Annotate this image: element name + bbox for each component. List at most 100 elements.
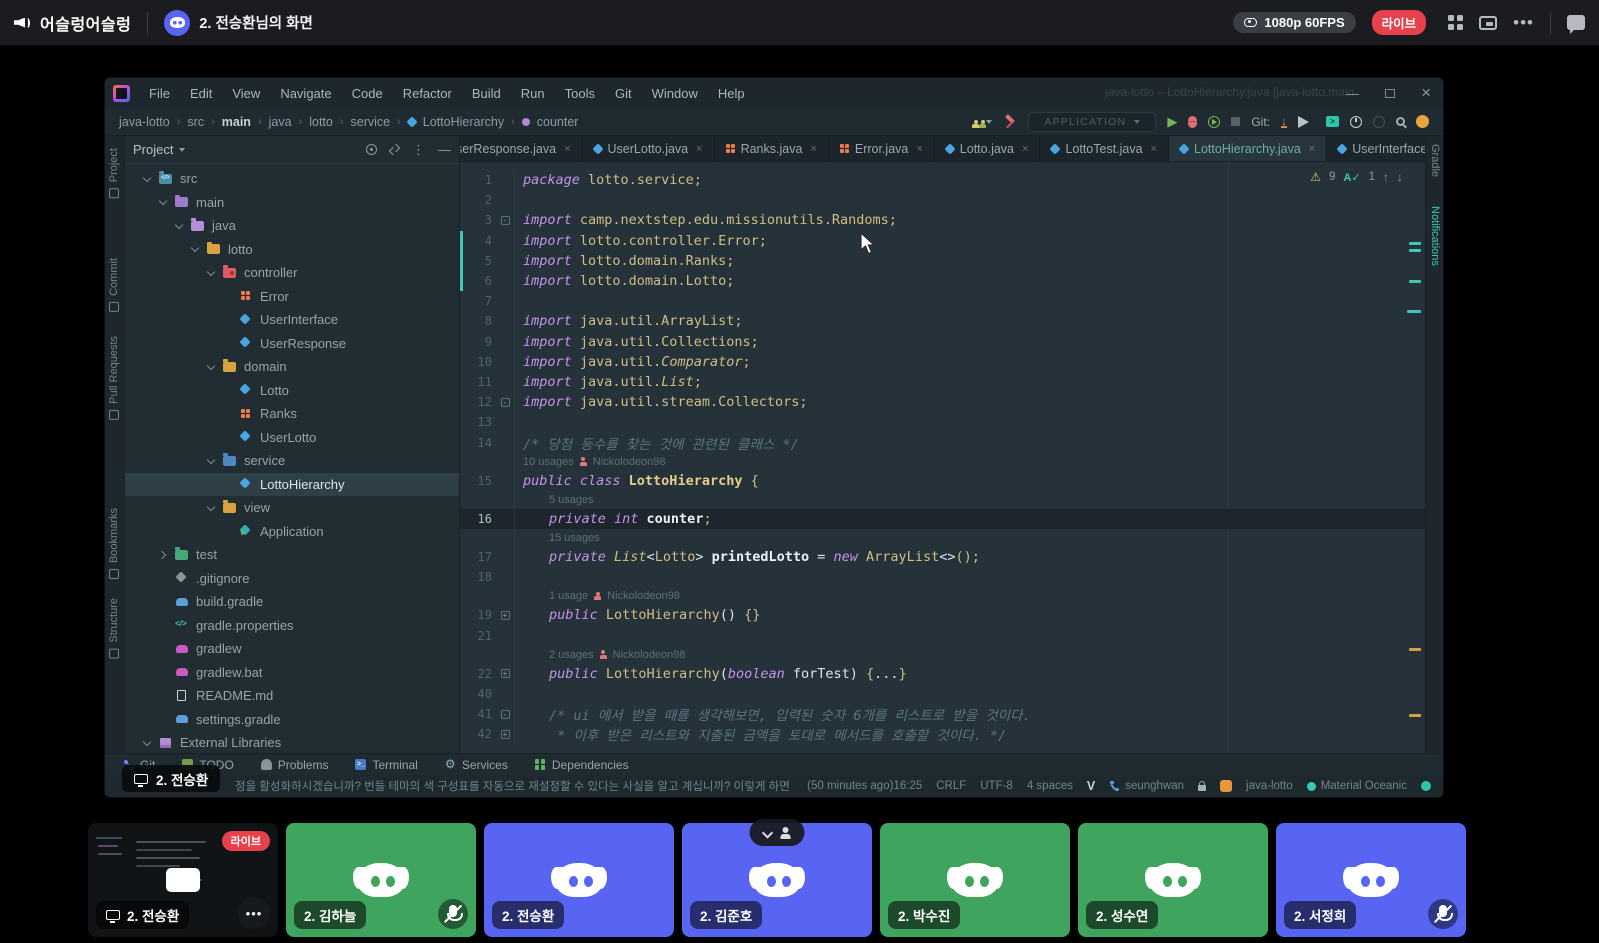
tile-participant[interactable]: 2. 박수진 (880, 823, 1070, 937)
rollback-icon[interactable] (1373, 115, 1385, 128)
stream-quality-badge[interactable]: 1080p 60FPS (1233, 12, 1356, 33)
line-number[interactable]: 6 (460, 274, 496, 288)
prev-issue-icon[interactable]: ↑ (1383, 170, 1389, 184)
code-line-9[interactable]: 9 import java.util.Collections; (460, 331, 1425, 352)
line-number[interactable]: 21 (460, 629, 496, 643)
tree-item-test[interactable]: test (125, 543, 459, 567)
line-number[interactable]: 22 (460, 667, 496, 681)
menu-refactor[interactable]: Refactor (394, 83, 461, 104)
line-number[interactable]: 41 (460, 707, 496, 721)
tree-chevron-icon[interactable] (159, 197, 169, 207)
git-branch-widget[interactable]: seunghwan (1109, 780, 1184, 792)
tree-chevron-icon[interactable] (143, 738, 153, 748)
close-tab-icon[interactable]: × (1022, 143, 1028, 155)
tree-item-gradlew.bat[interactable]: gradlew.bat (125, 661, 459, 685)
tree-item-gradle.properties[interactable]: </> gradle.properties (125, 614, 459, 638)
close-tab-icon[interactable]: × (810, 143, 816, 155)
tree-item-LottoHierarchy[interactable]: LottoHierarchy (125, 472, 459, 496)
code-line-41[interactable]: 41-/* ui 에서 받을 때를 생각해보면, 입력된 숫자 6개를 리스트로… (460, 704, 1425, 725)
tile-hover-controls[interactable] (749, 819, 805, 846)
line-number[interactable]: 14 (460, 436, 496, 450)
fold-icon[interactable]: - (500, 397, 510, 407)
code-with-me-icon[interactable] (972, 115, 993, 128)
code-line-1[interactable]: 1 package lotto.service; (460, 170, 1425, 191)
git-update-icon[interactable]: ↓ (1281, 115, 1287, 128)
next-issue-icon[interactable]: ↓ (1397, 170, 1403, 184)
code-line-42[interactable]: 42 + * 이후 받은 리스트와 지출된 금액을 토대로 메서드를 호출할 것이… (460, 724, 1425, 745)
usages-hint[interactable]: 15 usages (549, 532, 600, 544)
tool-stripe-bookmarks[interactable]: Bookmarks (108, 508, 120, 580)
close-tab-icon[interactable]: × (564, 143, 570, 155)
tree-item-build.gradle[interactable]: build.gradle (125, 590, 459, 614)
caret-time[interactable]: 16:25 (893, 780, 922, 792)
code-line-5[interactable]: 5 import lotto.domain.Ranks; (460, 250, 1425, 271)
run-config-select[interactable]: APPLICATION (1028, 111, 1157, 132)
tool-stripe-structure[interactable]: Structure (108, 598, 120, 659)
usages-hint[interactable]: 1 usage Nickolodeon98 (549, 590, 680, 602)
tree-item-controller[interactable]: controller (125, 261, 459, 285)
fold-icon[interactable]: + (500, 729, 510, 739)
inspections-widget[interactable]: ⚠ 9 A✓ 1 ↑ ↓ (1310, 170, 1403, 184)
project-panel-header[interactable]: Project ⋮ — (125, 136, 459, 164)
code-line-13[interactable]: 13 (460, 412, 1425, 433)
tab-LottoHierarchy.java[interactable]: LottoHierarchy.java × (1169, 136, 1328, 161)
toolwindow-dependencies[interactable]: Dependencies (534, 758, 629, 772)
pip-icon[interactable] (1479, 15, 1498, 30)
code-line-10[interactable]: 10 import java.util. Comparator; (460, 351, 1425, 372)
toolwindow-problems[interactable]: Problems (260, 758, 328, 772)
tree-item-UserResponse[interactable]: UserResponse (125, 332, 459, 356)
tile-participant[interactable]: 2. 김준호 (682, 819, 872, 937)
tree-item-domain[interactable]: domain (125, 355, 459, 379)
tile-participant[interactable]: 2. 전승환 (484, 823, 674, 937)
tab-Ranks.java[interactable]: Ranks.java × (715, 136, 829, 161)
line-number[interactable]: 2 (460, 193, 496, 207)
theme-widget[interactable]: Material Oceanic (1306, 780, 1407, 792)
usages-hint[interactable]: 2 usages Nickolodeon98 (549, 649, 685, 661)
menu-build[interactable]: Build (463, 83, 510, 104)
tree-item-Error[interactable]: Error (125, 285, 459, 309)
debug-icon[interactable] (1188, 115, 1198, 128)
code-line-3[interactable]: 3- import camp.nextstep.edu.missionutils.… (460, 210, 1425, 231)
tree-item-README.md[interactable]: README.md (125, 684, 459, 708)
grid-view-icon[interactable] (1448, 15, 1463, 30)
tab-Error.java[interactable]: Error.java × (829, 136, 935, 161)
tree-item-lotto[interactable]: lotto (125, 238, 459, 262)
code-line-16[interactable]: 16 private int counter; (460, 508, 1425, 529)
tree-item-settings.gradle[interactable]: settings.gradle (125, 708, 459, 732)
tree-chevron-icon[interactable] (207, 362, 217, 372)
code-line-19[interactable]: 19 + public LottoHierarchy() {} (460, 605, 1425, 626)
line-number[interactable]: 16 (460, 512, 496, 526)
close-tab-icon[interactable]: × (1309, 143, 1315, 155)
usages-hint[interactable]: 5 usages (549, 494, 594, 506)
breadcrumb-item[interactable]: java (269, 115, 292, 129)
minimize-icon[interactable]: — (1346, 86, 1359, 101)
fold-icon[interactable]: + (500, 610, 510, 620)
code-line-6[interactable]: 6 import lotto.domain.Lotto; (460, 270, 1425, 292)
tile-participant[interactable]: 2. 서정희 (1276, 823, 1466, 937)
status-message[interactable]: 정을 활성화하시겠습니까? 번들 테마의 색 구성표를 자동으로 재설정할 수 … (235, 778, 793, 794)
menu-view[interactable]: View (223, 83, 269, 104)
breadcrumb-item[interactable]: java-lotto (119, 115, 170, 129)
gradle-notification-icon[interactable] (1416, 115, 1429, 128)
tree-item-java[interactable]: java (125, 214, 459, 238)
git-push-icon[interactable] (1298, 115, 1315, 128)
line-number[interactable]: 11 (460, 375, 496, 389)
tree-item-src[interactable]: src (125, 167, 459, 191)
tile-screenshare[interactable]: 라이브 2. 전승환 ••• (88, 823, 278, 937)
code-line-18[interactable]: 18 (460, 567, 1425, 588)
tab-LottoTest.java[interactable]: LottoTest.java × (1040, 136, 1170, 161)
tree-chevron-icon[interactable] (175, 221, 185, 231)
code-line-14[interactable]: 14/* 당첨 등수를 찾는 것에 관련된 클래스 */ (460, 432, 1425, 453)
line-number[interactable]: 9 (460, 335, 496, 349)
line-number[interactable]: 17 (460, 550, 496, 564)
code-line-8[interactable]: 8 import java.util.ArrayList; (460, 311, 1425, 332)
line-number[interactable]: 7 (460, 294, 496, 308)
tree-item-External Libraries[interactable]: External Libraries (125, 731, 459, 753)
menu-edit[interactable]: Edit (181, 83, 221, 104)
usages-hint[interactable]: 10 usages Nickolodeon98 (523, 456, 666, 468)
tool-stripe-commit[interactable]: Commit (108, 258, 120, 312)
line-number[interactable]: 8 (460, 314, 496, 328)
code-line-12[interactable]: 12- import java.util.stream.Collectors; (460, 392, 1425, 413)
close-tab-icon[interactable]: × (696, 143, 702, 155)
menu-run[interactable]: Run (512, 83, 554, 104)
